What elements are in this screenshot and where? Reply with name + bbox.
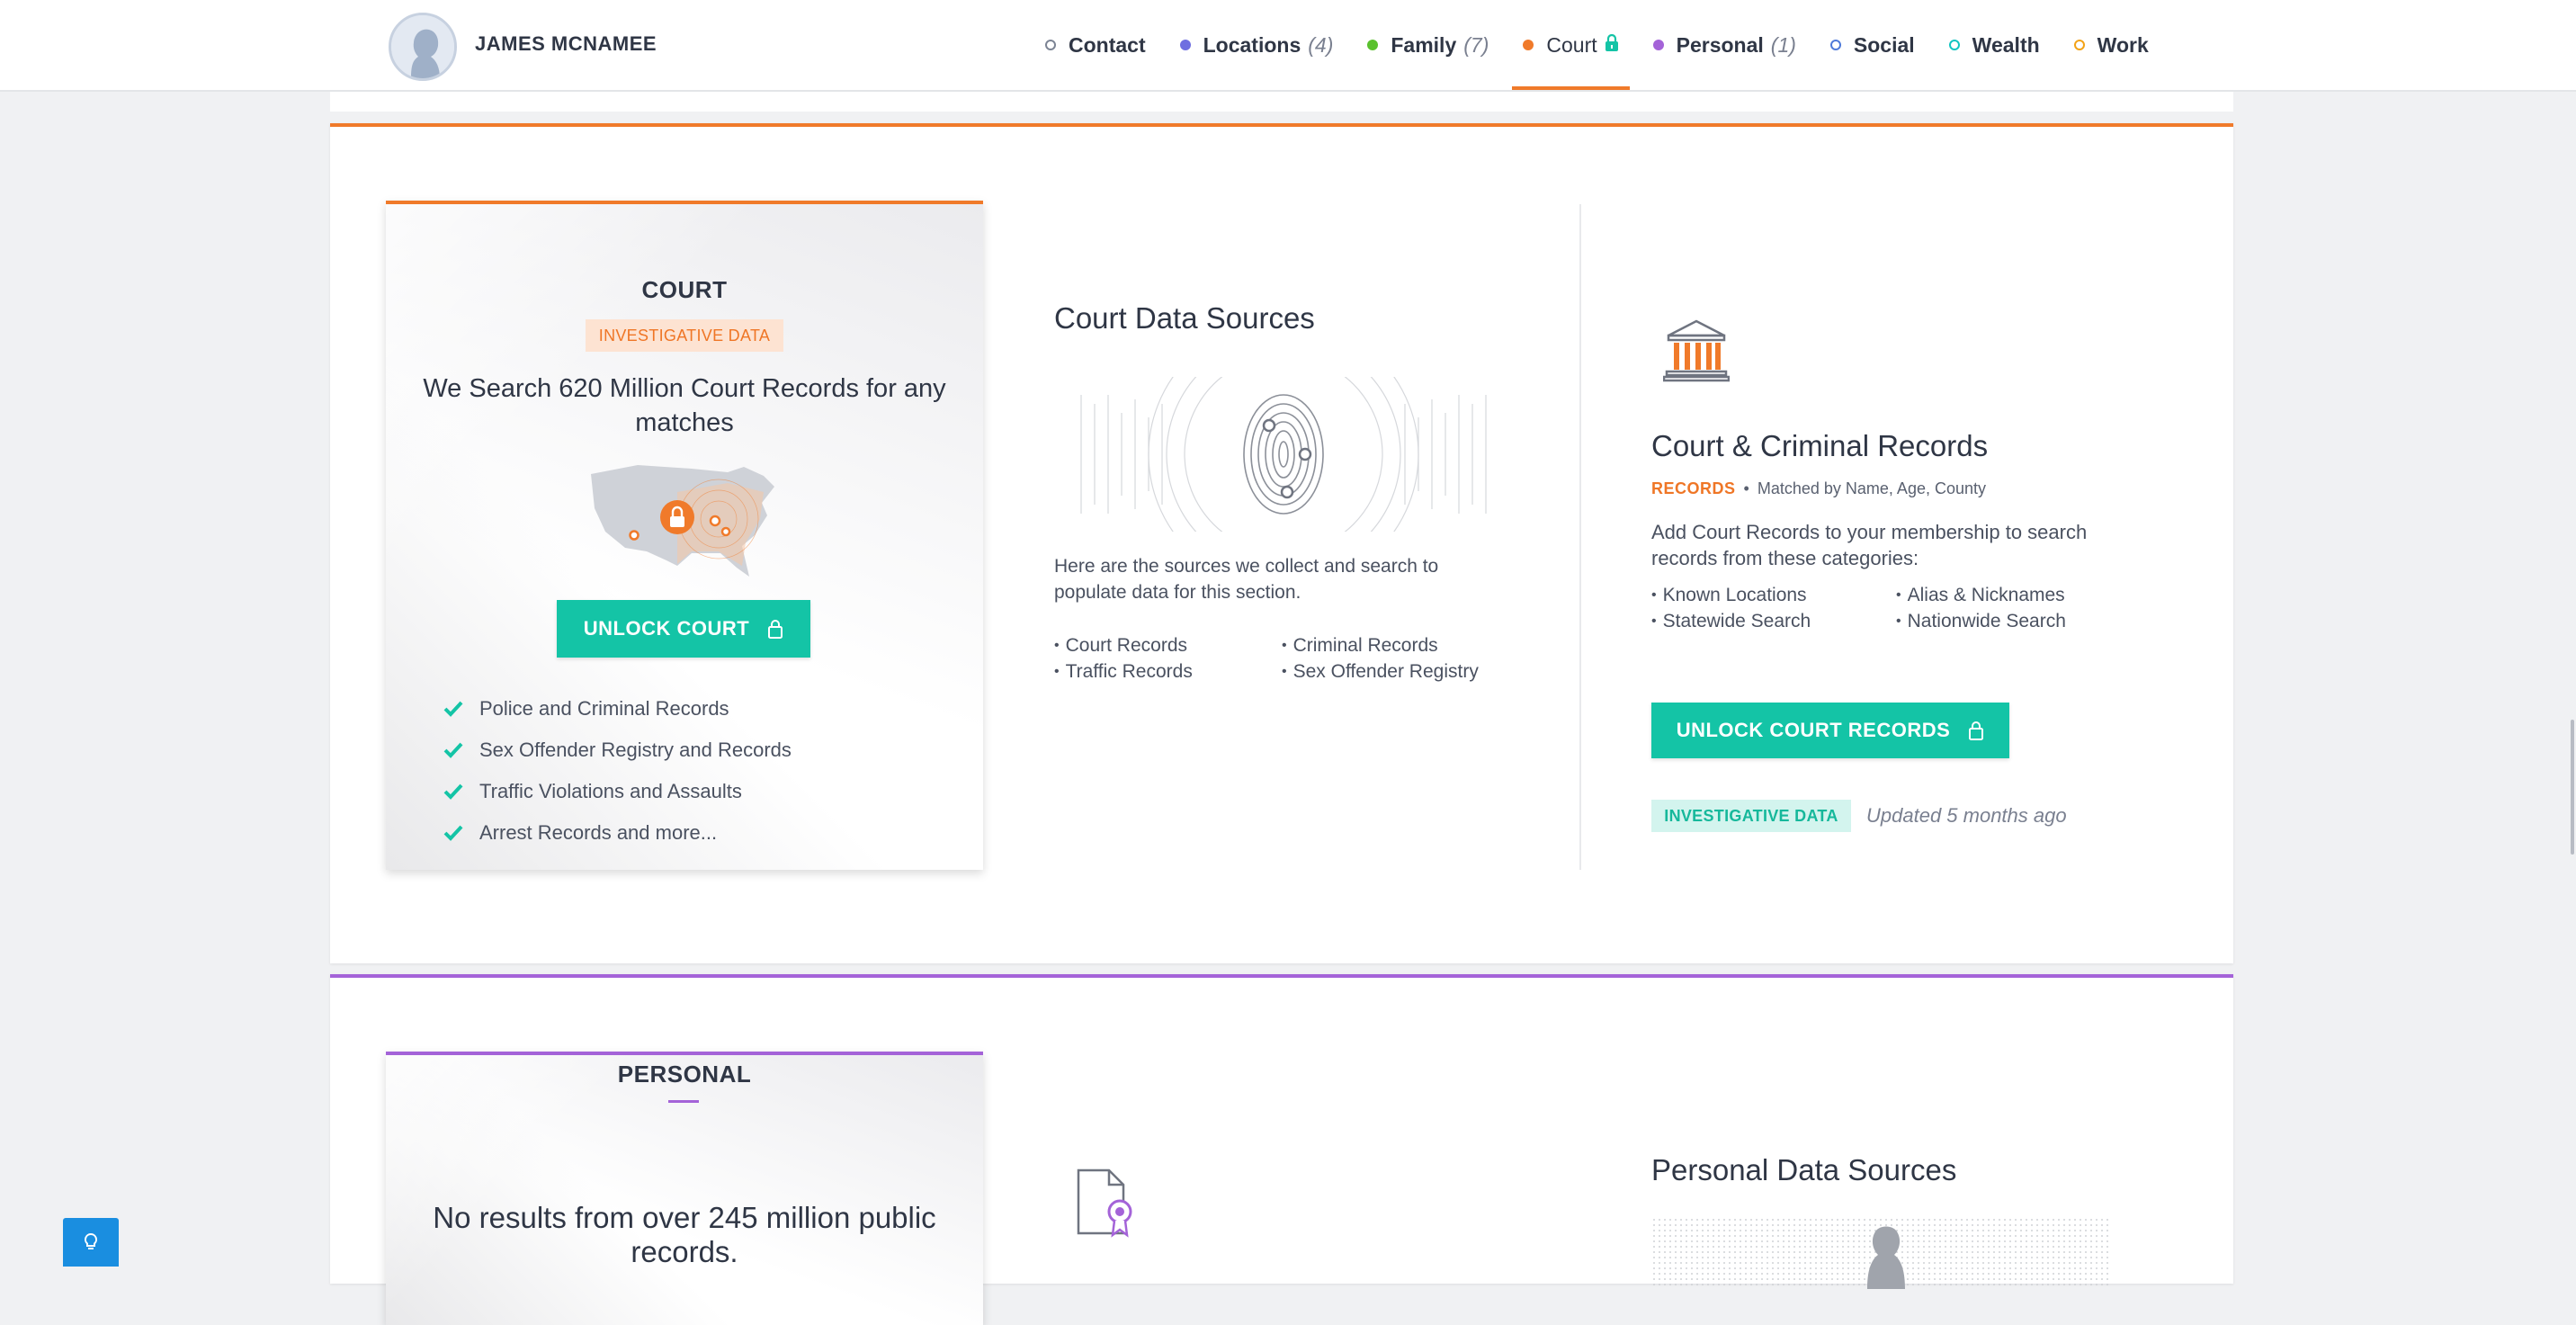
feature-text: Traffic Violations and Assaults <box>479 780 742 802</box>
records-title: Court & Criminal Records <box>1651 429 1989 462</box>
nav-contact[interactable]: Contact <box>1034 0 1157 90</box>
feature-item: Traffic Violations and Assaults <box>443 771 792 812</box>
personal-sources-title: Personal Data Sources <box>1651 1153 1957 1186</box>
matched-by: Matched by Name, Age, County <box>1757 479 1986 497</box>
lock-icon <box>1605 33 1619 58</box>
promo-title: COURT <box>641 276 728 303</box>
nav-label: Personal <box>1676 32 1764 57</box>
section-nav: Contact Locations (4) Family (7) Court P… <box>1034 0 2172 90</box>
investigative-badge: INVESTIGATIVE DATA <box>1651 800 1851 832</box>
court-section: COURT INVESTIGATIVE DATA We Search 620 M… <box>330 123 2233 963</box>
unlock-court-records-button[interactable]: UNLOCK COURT RECORDS <box>1651 703 2009 758</box>
nav-label: Wealth <box>1972 32 2040 57</box>
sources-description: Here are the sources we collect and sear… <box>1054 556 1439 603</box>
sources-list: Court Records Criminal Records Traffic R… <box>1054 632 1498 685</box>
data-sources-title: Court Data Sources <box>1054 301 1315 335</box>
checkmark-icon <box>443 701 463 717</box>
personal-promo-card <box>386 1052 983 1325</box>
promo-title: PERSONAL <box>617 1061 752 1088</box>
profile-silhouette-icon <box>391 15 454 78</box>
avatar[interactable] <box>389 13 457 81</box>
locations-dot-icon <box>1179 40 1191 50</box>
categories-list: Known Locations Alias & Nicknames Statew… <box>1651 582 2112 634</box>
feature-item: Arrest Records and more... <box>443 812 792 854</box>
nav-label: Family <box>1391 32 1457 57</box>
feature-item: Police and Criminal Records <box>443 688 792 730</box>
social-dot-icon <box>1829 40 1841 50</box>
checkmark-icon <box>443 825 463 841</box>
feature-list: Police and Criminal Records Sex Offender… <box>443 688 792 854</box>
investigative-badge: INVESTIGATIVE DATA <box>586 319 783 352</box>
certificate-icon <box>1077 1168 1132 1238</box>
personal-section: PERSONAL No results from over 245 millio… <box>330 974 2233 1325</box>
family-dot-icon <box>1367 40 1379 50</box>
nav-wealth[interactable]: Wealth <box>1938 0 2051 90</box>
personal-dot-icon <box>1652 40 1664 50</box>
feature-text: Police and Criminal Records <box>479 697 729 720</box>
button-label: UNLOCK COURT <box>583 617 750 640</box>
column-divider <box>1579 204 1581 870</box>
scrollbar-thumb[interactable] <box>2571 720 2574 855</box>
source-item: Traffic Records <box>1054 658 1246 685</box>
source-item: Court Records <box>1054 632 1246 658</box>
checkmark-icon <box>443 783 463 800</box>
nav-court[interactable]: Court <box>1512 0 1630 90</box>
person-name: JAMES MCNAMEE <box>475 32 657 55</box>
nav-locations[interactable]: Locations (4) <box>1169 0 1345 90</box>
nav-count: (7) <box>1463 32 1489 57</box>
category-item: Known Locations <box>1651 582 1860 608</box>
nav-label: Contact <box>1069 32 1146 57</box>
meta-separator-icon: • <box>1743 479 1749 497</box>
contact-dot-icon <box>1045 40 1056 50</box>
nav-work[interactable]: Work <box>2063 0 2160 90</box>
previous-section-bottom <box>330 90 2233 112</box>
category-item: Nationwide Search <box>1896 608 2112 634</box>
courthouse-icon <box>1663 319 1730 382</box>
nav-count: (4) <box>1308 32 1334 57</box>
records-meta: RECORDS • Matched by Name, Age, County <box>1651 479 1986 498</box>
nav-social[interactable]: Social <box>1820 0 1926 90</box>
nav-label: Work <box>2097 32 2149 57</box>
category-item: Alias & Nicknames <box>1896 582 2112 608</box>
court-dot-icon <box>1523 40 1534 50</box>
updated-timestamp: Updated 5 months ago <box>1866 804 2067 827</box>
lock-icon <box>767 619 783 639</box>
top-nav-bar: JAMES MCNAMEE Contact Locations (4) Fami… <box>0 0 2576 92</box>
button-label: UNLOCK COURT RECORDS <box>1676 719 1951 741</box>
feature-text: Arrest Records and more... <box>479 821 718 844</box>
feature-text: Sex Offender Registry and Records <box>479 739 792 761</box>
help-button[interactable] <box>63 1218 119 1267</box>
wealth-dot-icon <box>1948 40 1960 50</box>
nav-count: (1) <box>1770 32 1796 57</box>
nav-label: Court <box>1546 32 1597 57</box>
work-dot-icon <box>2073 40 2085 50</box>
title-underline <box>668 1100 699 1103</box>
source-item: Criminal Records <box>1282 632 1498 658</box>
nav-label: Locations <box>1203 32 1301 57</box>
nav-personal[interactable]: Personal (1) <box>1642 0 1807 90</box>
category-item: Statewide Search <box>1651 608 1860 634</box>
silhouette-dots-banner-icon <box>1651 1217 2110 1289</box>
nav-family[interactable]: Family (7) <box>1356 0 1499 90</box>
source-item: Sex Offender Registry <box>1282 658 1498 685</box>
nav-label: Social <box>1853 32 1915 57</box>
checkmark-icon <box>443 742 463 758</box>
records-description: Add Court Records to your membership to … <box>1651 521 2088 569</box>
unlock-court-button[interactable]: UNLOCK COURT <box>557 600 810 658</box>
feature-item: Sex Offender Registry and Records <box>443 730 792 771</box>
promo-headline: No results from over 245 million public … <box>433 1201 936 1268</box>
lock-icon <box>1968 721 1984 740</box>
fingerprint-banner-icon <box>1054 377 1513 532</box>
promo-headline: We Search 620 Million Court Records for … <box>423 374 946 437</box>
us-map-icon <box>591 465 774 577</box>
records-tag: RECORDS <box>1651 479 1736 497</box>
lightbulb-icon <box>84 1232 98 1249</box>
court-promo-card: COURT INVESTIGATIVE DATA We Search 620 M… <box>386 201 983 870</box>
